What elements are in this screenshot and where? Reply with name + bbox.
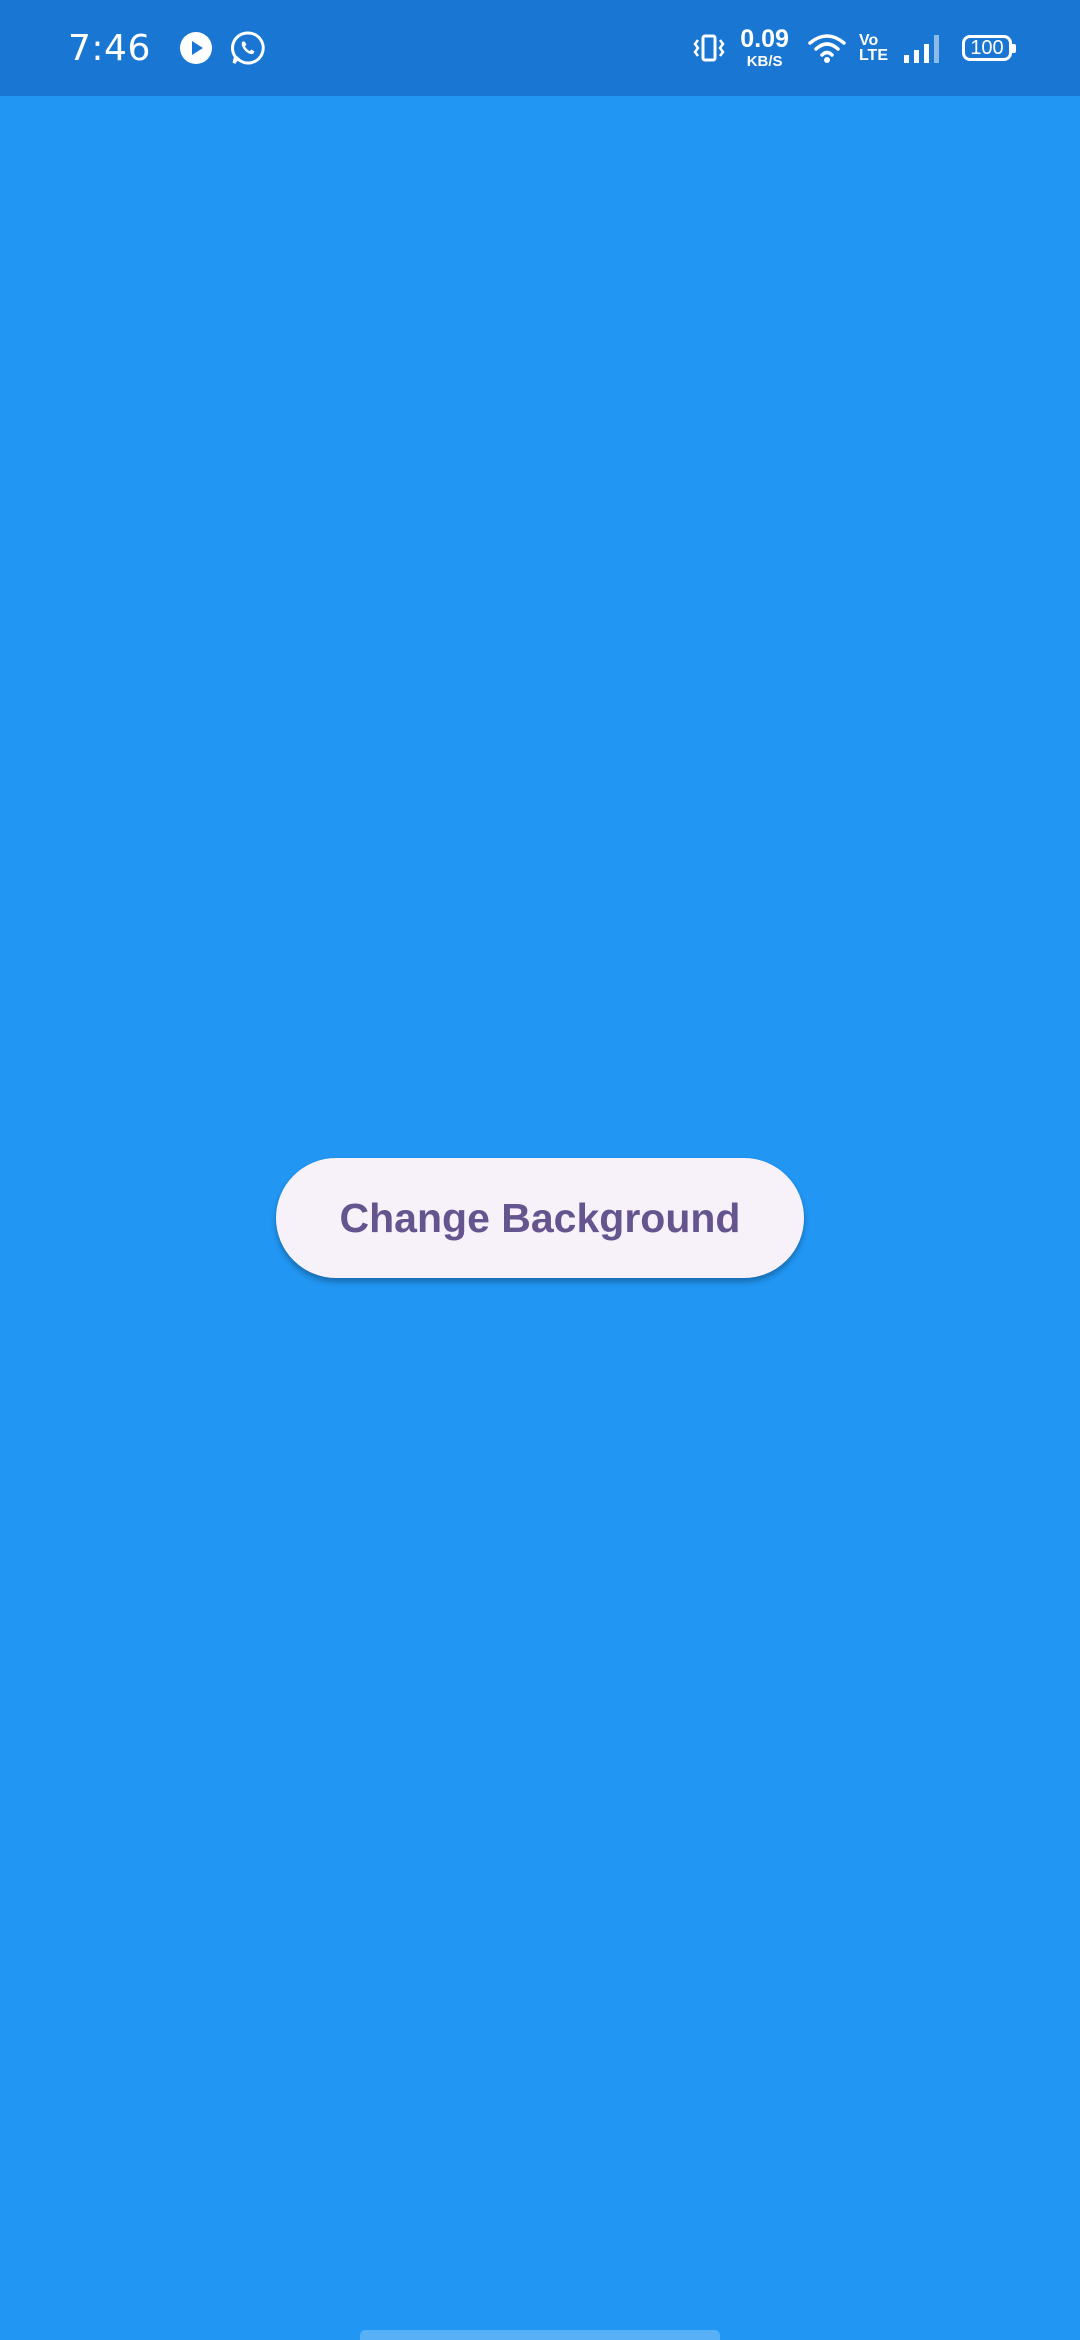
wifi-icon — [807, 31, 847, 65]
signal-icon — [902, 31, 942, 65]
home-indicator[interactable] — [360, 2330, 720, 2340]
vibrate-icon — [692, 31, 726, 65]
battery-icon: 100 — [962, 35, 1016, 61]
status-bar: 7:46 0.09 KB/S Vo LTE 100 — [0, 0, 1080, 96]
network-speed: 0.09 KB/S — [740, 25, 789, 70]
status-time: 7:46 — [68, 27, 151, 69]
status-left: 7:46 — [68, 0, 281, 96]
volte-indicator: Vo LTE — [858, 31, 888, 64]
network-speed-value: 0.09 — [740, 25, 789, 53]
volte-line1: Vo — [858, 31, 879, 49]
play-icon — [177, 29, 215, 67]
volte-line2: LTE — [858, 47, 888, 64]
network-speed-unit: KB/S — [746, 53, 783, 70]
status-right: 0.09 KB/S Vo LTE 100 — [692, 0, 1016, 96]
whatsapp-icon — [229, 29, 267, 67]
change-background-button[interactable]: Change Background — [276, 1158, 804, 1278]
